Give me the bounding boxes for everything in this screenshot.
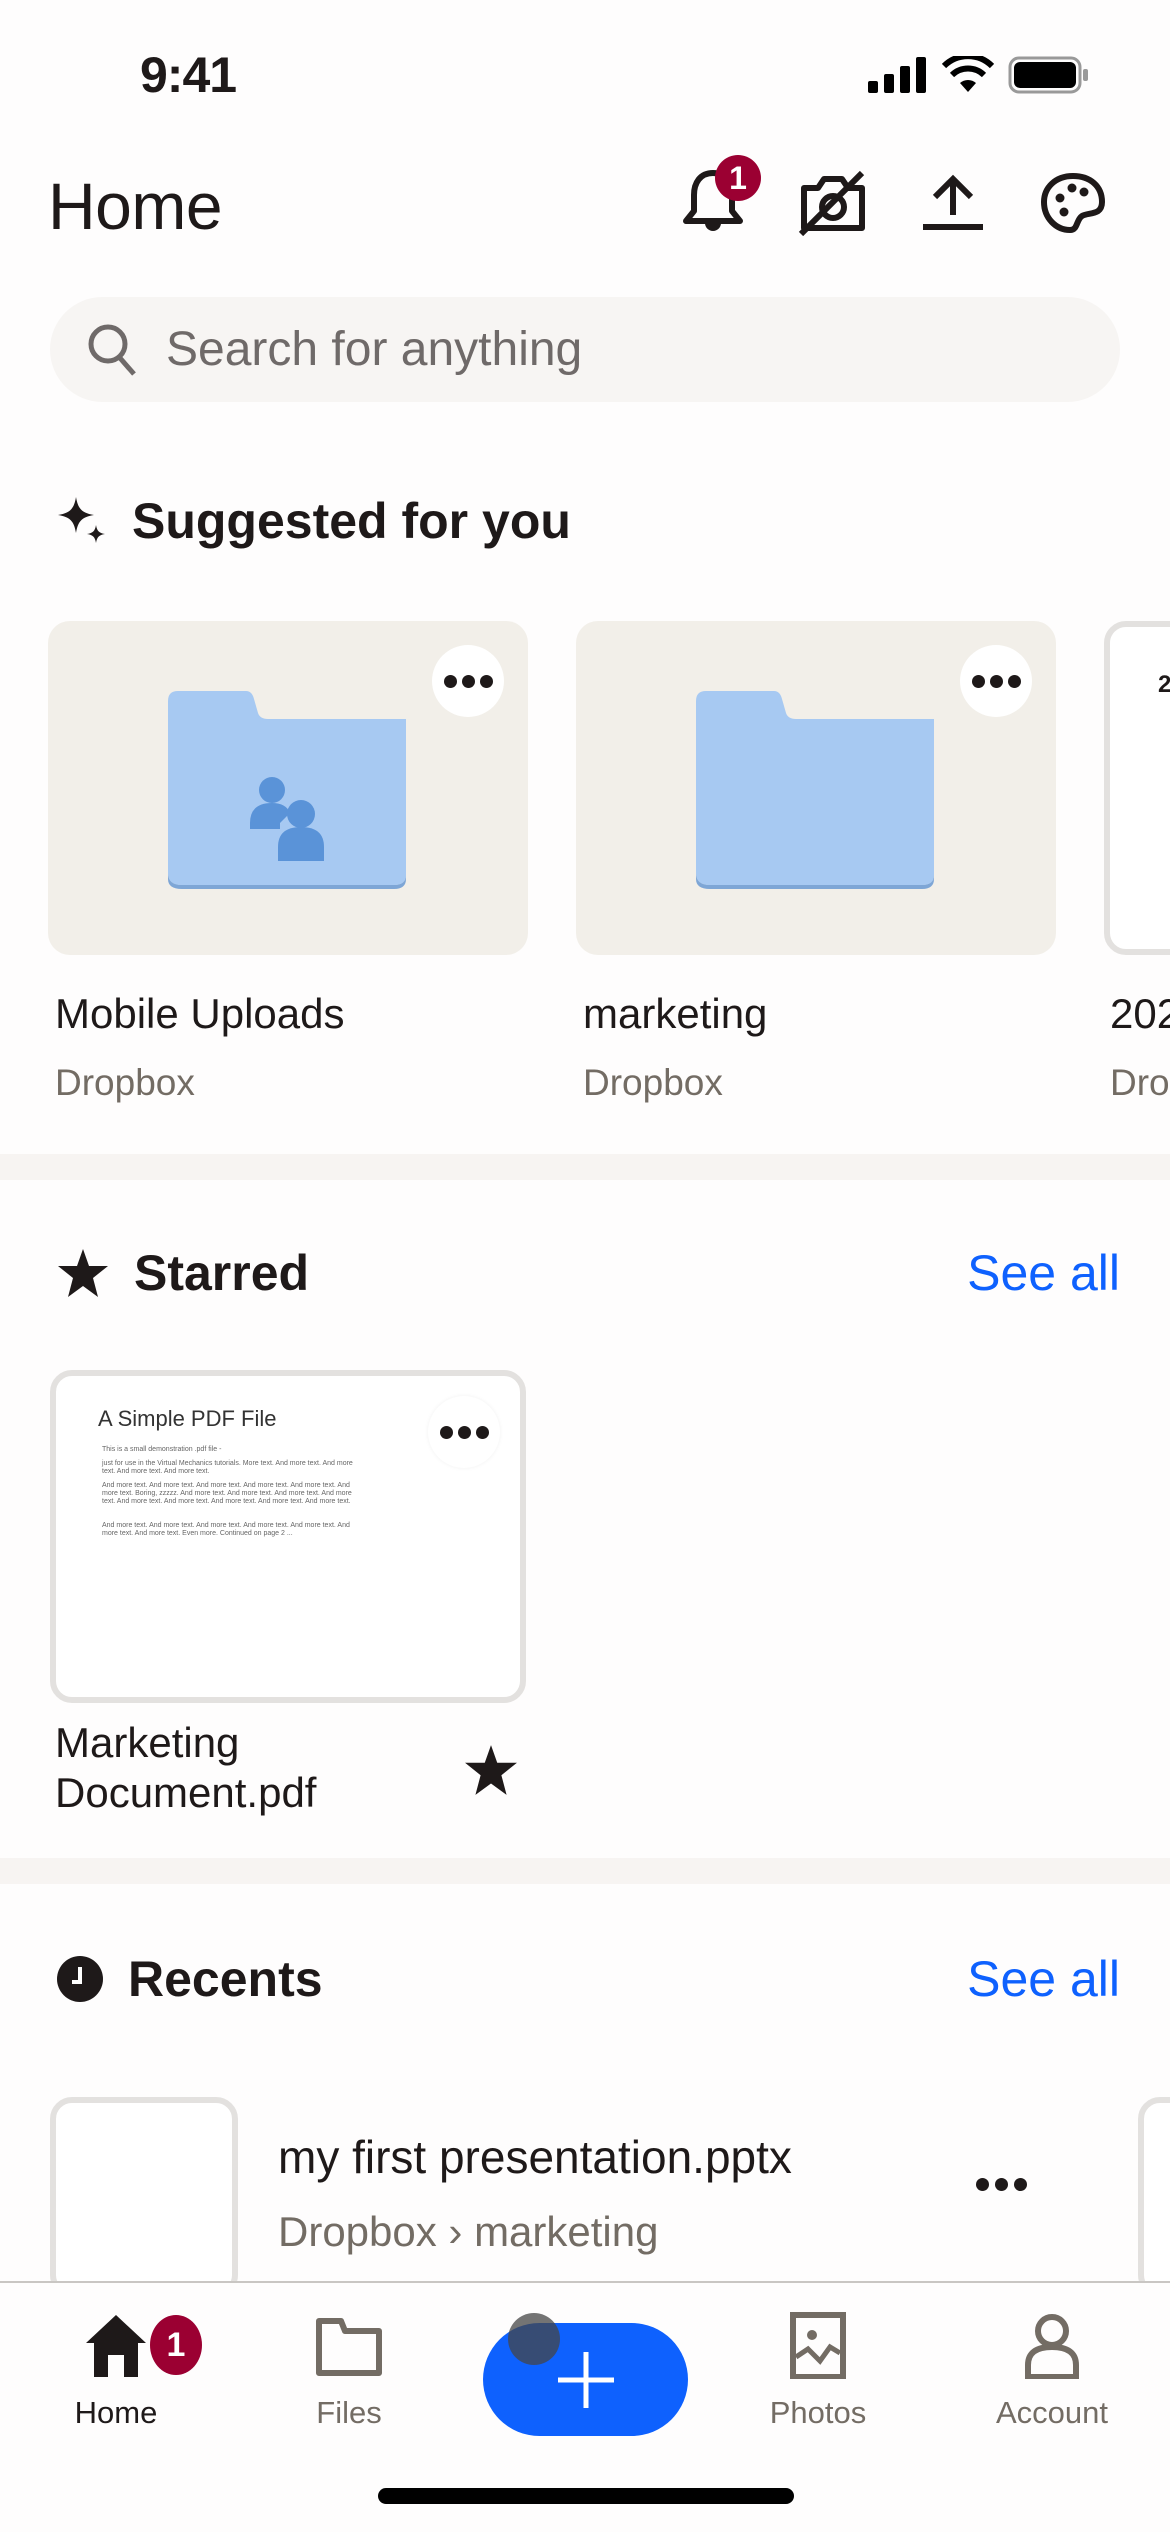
plus-icon [557, 2351, 614, 2408]
wifi-icon [942, 56, 994, 92]
nav-item-account[interactable]: Account [962, 2311, 1142, 2431]
recent-more-button[interactable] [976, 2178, 1027, 2191]
suggested-title: Suggested for you [132, 493, 571, 549]
folder-icon [696, 691, 934, 889]
suggested-card-document[interactable]: 2 [1104, 621, 1170, 955]
recent-file-path: Dropbox › marketing [278, 2208, 659, 2255]
status-icons [868, 56, 1090, 94]
camera-uploads-button[interactable] [795, 165, 871, 241]
palette-icon [1040, 172, 1106, 234]
signal-icon [868, 57, 926, 93]
search-icon [88, 324, 136, 376]
recents-see-all-link[interactable]: See all [967, 1950, 1120, 2008]
upload-button[interactable] [915, 165, 991, 241]
recent-file-name[interactable]: my first presentation.pptx [278, 2130, 792, 2184]
folder-icon [316, 2318, 382, 2376]
card-name: marketing [583, 990, 768, 1037]
pdf-preview-line: This is a small demonstration .pdf file … [102, 1446, 222, 1453]
starred-see-all-link[interactable]: See all [967, 1244, 1120, 1302]
starred-header: Starred [56, 1244, 309, 1302]
account-icon [1025, 2314, 1079, 2379]
home-indicator [378, 2488, 794, 2504]
nav-label: Photos [769, 2395, 867, 2430]
suggested-header: Suggested for you [56, 492, 571, 550]
document-preview-text: 2 [1158, 671, 1170, 699]
nav-item-photos[interactable]: Photos [728, 2311, 908, 2431]
pdf-preview-line: And more text. And more text. And more t… [102, 1522, 350, 1537]
nav-label: Home [74, 2395, 158, 2430]
section-divider [0, 1154, 1170, 1180]
clock-icon [57, 1956, 103, 2002]
card-name: 202 [1110, 990, 1170, 1037]
recent-file-thumbnail[interactable] [1138, 2097, 1170, 2297]
photo-icon [790, 2312, 846, 2379]
nav-label: Files [316, 2395, 382, 2430]
more-options-button[interactable] [428, 1396, 500, 1468]
name-line: Document.pdf [55, 1769, 317, 1816]
pdf-preview-line: just for use in the Virtual Mechanics tu… [102, 1460, 353, 1475]
theme-button[interactable] [1035, 165, 1111, 241]
section-divider [0, 1858, 1170, 1884]
sparkle-icon [58, 497, 105, 543]
card-name: Mobile Uploads [55, 990, 345, 1037]
star-icon [58, 1249, 108, 1297]
search-bar[interactable] [50, 297, 1120, 402]
suggested-card-marketing[interactable] [576, 621, 1056, 955]
notifications-button[interactable]: 1 [675, 155, 761, 241]
suggested-card-mobile-uploads[interactable] [48, 621, 528, 955]
card-location: Dropbox [55, 1062, 195, 1103]
card-location: Dropbox [583, 1062, 723, 1103]
page-title: Home [48, 169, 223, 243]
starred-title: Starred [134, 1245, 310, 1301]
shared-folder-icon [168, 691, 406, 889]
home-icon [86, 2315, 146, 2377]
nav-label: Account [995, 2395, 1108, 2430]
battery-icon [1008, 56, 1088, 94]
pdf-preview-line: And more text. And more text. And more t… [102, 1482, 352, 1505]
home-badge: 1 [150, 2315, 202, 2375]
starred-card-marketing-document[interactable]: A Simple PDF File This is a small demons… [50, 1370, 526, 1703]
camera-off-icon [798, 170, 865, 236]
search-input[interactable] [166, 322, 1066, 377]
name-line: Marketing [55, 1719, 240, 1766]
touch-indicator [508, 2313, 560, 2365]
notification-badge: 1 [715, 155, 761, 201]
recents-header: Recents [56, 1950, 323, 2008]
recent-file-thumbnail[interactable] [50, 2097, 238, 2297]
recents-title: Recents [128, 1951, 323, 2007]
more-options-button[interactable] [960, 645, 1032, 717]
starred-item-name: Marketing Document.pdf [55, 1718, 316, 1818]
unstar-button-star-icon[interactable] [462, 1743, 520, 1797]
nav-item-home[interactable]: 1 Home [26, 2311, 206, 2431]
nav-item-files[interactable]: Files [259, 2311, 439, 2431]
status-time: 9:41 [140, 47, 237, 103]
card-location: Dro [1110, 1062, 1170, 1103]
pdf-preview-title: A Simple PDF File [98, 1406, 277, 1431]
more-options-button[interactable] [432, 645, 504, 717]
upload-icon [923, 174, 983, 230]
